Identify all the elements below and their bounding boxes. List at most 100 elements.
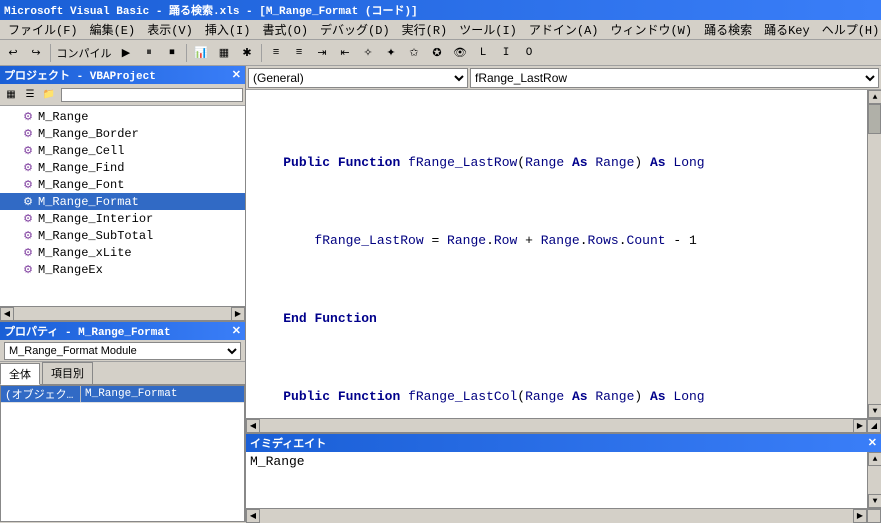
toolbar-btn3[interactable]: ⏹ bbox=[161, 42, 183, 64]
menu-addins[interactable]: アドイン(A) bbox=[523, 19, 605, 40]
toolbar-form[interactable]: ▦ bbox=[213, 42, 235, 64]
tree-item-M_Range_Format[interactable]: ⚙ M_Range_Format bbox=[0, 193, 245, 210]
imm-hscroll-right[interactable]: ▶ bbox=[853, 509, 867, 523]
hscroll-track2[interactable] bbox=[260, 421, 853, 431]
toolbar-watch[interactable]: 👁 bbox=[449, 42, 471, 64]
tab-items[interactable]: 項目別 bbox=[42, 362, 93, 384]
immediate-content[interactable]: M_Range bbox=[246, 452, 867, 508]
toolbar-locals[interactable]: L bbox=[472, 42, 494, 64]
tree-item-M_Range[interactable]: ⚙ M_Range bbox=[0, 108, 245, 125]
menu-format[interactable]: 書式(O) bbox=[256, 19, 314, 40]
tree-item-M_RangeEx[interactable]: ⚙ M_RangeEx bbox=[0, 261, 245, 278]
toolbar-bp1[interactable]: ✧ bbox=[357, 42, 379, 64]
module-icon: ⚙ bbox=[20, 109, 36, 125]
tree-label-selected: M_Range_Format bbox=[38, 195, 139, 209]
tree-item-M_Range_Font[interactable]: ⚙ M_Range_Font bbox=[0, 176, 245, 193]
code-select-left[interactable]: (General) bbox=[248, 68, 468, 88]
code-line bbox=[252, 114, 861, 134]
proj-btn-view[interactable]: ▦ bbox=[2, 86, 20, 104]
toolbar-align1[interactable]: ≡ bbox=[265, 42, 287, 64]
toolbar-undo[interactable]: ↩ bbox=[2, 42, 24, 64]
menu-view[interactable]: 表示(V) bbox=[141, 19, 199, 40]
immediate-panel: イミディエイト ✕ M_Range ▲ ▼ ◀ ▶ bbox=[246, 432, 881, 522]
toolbar-align2[interactable]: ≡ bbox=[288, 42, 310, 64]
props-row-name[interactable]: (オブジェクト名) M_Range_Format bbox=[1, 386, 244, 403]
code-line bbox=[252, 192, 861, 212]
toolbar-btn2[interactable]: ⏸ bbox=[138, 42, 160, 64]
toolbar-align4[interactable]: ⇤ bbox=[334, 42, 356, 64]
code-content[interactable]: Public Function fRange_LastRow(Range As … bbox=[246, 90, 867, 418]
tree-label: M_Range_Find bbox=[38, 161, 124, 175]
props-select[interactable]: M_Range_Format Module bbox=[4, 342, 241, 360]
toolbar-chart[interactable]: 📊 bbox=[190, 42, 212, 64]
vscroll-thumb[interactable] bbox=[868, 104, 881, 134]
toolbar-cursor[interactable]: ✱ bbox=[236, 42, 258, 64]
toolbar-objbr[interactable]: O bbox=[518, 42, 540, 64]
toolbar-bp3[interactable]: ✩ bbox=[403, 42, 425, 64]
code-select-right[interactable]: fRange_LastRow bbox=[470, 68, 879, 88]
toolbar-bp4[interactable]: ✪ bbox=[426, 42, 448, 64]
proj-btn-folder[interactable]: 📁 bbox=[40, 86, 58, 104]
imm-vscroll-track[interactable] bbox=[868, 466, 881, 494]
menu-window[interactable]: ウィンドウ(W) bbox=[604, 19, 698, 40]
imm-vscroll-down[interactable]: ▼ bbox=[868, 494, 881, 508]
tab-all[interactable]: 全体 bbox=[0, 363, 40, 385]
hscroll-right[interactable]: ▶ bbox=[231, 307, 245, 321]
vscroll-track[interactable] bbox=[868, 104, 881, 404]
code-vscroll: ▲ ▼ bbox=[867, 90, 881, 418]
toolbar-sep1 bbox=[50, 44, 51, 62]
hscroll-left[interactable]: ◀ bbox=[0, 307, 14, 321]
imm-hscroll-track[interactable] bbox=[260, 511, 853, 521]
properties-title: プロパティ - M_Range_Format bbox=[4, 323, 171, 339]
toolbar-btn1[interactable]: ▶ bbox=[115, 42, 137, 64]
tree-item-M_Range_xLite[interactable]: ⚙ M_Range_xLite bbox=[0, 244, 245, 261]
toolbar: ↩ ↪ コンパイル ▶ ⏸ ⏹ 📊 ▦ ✱ ≡ ≡ ⇥ ⇤ ✧ ✦ ✩ ✪ 👁 … bbox=[0, 40, 881, 66]
properties-close[interactable]: ✕ bbox=[232, 324, 241, 338]
menu-run[interactable]: 実行(R) bbox=[396, 19, 454, 40]
code-hscroll: ◀ ▶ ◢ bbox=[246, 418, 881, 432]
tree-item-M_Range_SubTotal[interactable]: ⚙ M_Range_SubTotal bbox=[0, 227, 245, 244]
proj-btn-list[interactable]: ☰ bbox=[21, 86, 39, 104]
toolbar-bp2[interactable]: ✦ bbox=[380, 42, 402, 64]
toolbar-sep2 bbox=[186, 44, 187, 62]
module-icon-selected: ⚙ bbox=[20, 194, 36, 210]
toolbar-imm[interactable]: I bbox=[495, 42, 517, 64]
props-val: M_Range_Format bbox=[81, 388, 244, 400]
imm-vscroll-up[interactable]: ▲ bbox=[868, 452, 881, 466]
toolbar-sep3 bbox=[261, 44, 262, 62]
project-close[interactable]: ✕ bbox=[232, 68, 241, 82]
vscroll-up[interactable]: ▲ bbox=[868, 90, 881, 104]
tree-item-M_Range_Interior[interactable]: ⚙ M_Range_Interior bbox=[0, 210, 245, 227]
code-line: Public Function fRange_LastCol(Range As … bbox=[252, 387, 861, 407]
toolbar-redo[interactable]: ↪ bbox=[25, 42, 47, 64]
menu-edit[interactable]: 編集(E) bbox=[84, 19, 142, 40]
toolbar-align3[interactable]: ⇥ bbox=[311, 42, 333, 64]
module-icon: ⚙ bbox=[20, 211, 36, 227]
hscroll-right2[interactable]: ▶ bbox=[853, 419, 867, 433]
tree-label: M_Range_Border bbox=[38, 127, 139, 141]
menu-search2[interactable]: 踊るKey bbox=[758, 19, 816, 40]
imm-hscroll-container: ◀ ▶ bbox=[246, 509, 881, 523]
immediate-wrapper: M_Range ▲ ▼ bbox=[246, 452, 881, 508]
menu-tools[interactable]: ツール(I) bbox=[453, 19, 523, 40]
tree-item-M_Range_Cell[interactable]: ⚙ M_Range_Cell bbox=[0, 142, 245, 159]
imm-corner bbox=[867, 509, 881, 523]
imm-hscroll-left[interactable]: ◀ bbox=[246, 509, 260, 523]
hscroll-left2[interactable]: ◀ bbox=[246, 419, 260, 433]
menu-file[interactable]: ファイル(F) bbox=[2, 19, 84, 40]
proj-search[interactable] bbox=[61, 88, 243, 102]
menu-debug[interactable]: デバッグ(D) bbox=[314, 19, 396, 40]
tree-item-M_Range_Border[interactable]: ⚙ M_Range_Border bbox=[0, 125, 245, 142]
menu-insert[interactable]: 挿入(I) bbox=[199, 19, 257, 40]
tree-item-M_Range_Find[interactable]: ⚙ M_Range_Find bbox=[0, 159, 245, 176]
toolbar-insert[interactable]: コンパイル bbox=[54, 42, 114, 64]
vscroll-down[interactable]: ▼ bbox=[868, 404, 881, 418]
tree-label: M_RangeEx bbox=[38, 263, 103, 277]
menu-search1[interactable]: 踊る検索 bbox=[698, 19, 758, 40]
immediate-header: イミディエイト ✕ bbox=[246, 434, 881, 452]
code-editor: Public Function fRange_LastRow(Range As … bbox=[246, 90, 881, 432]
menu-help[interactable]: ヘルプ(H) bbox=[816, 19, 881, 40]
immediate-close[interactable]: ✕ bbox=[868, 436, 877, 450]
tree-label: M_Range bbox=[38, 110, 88, 124]
immediate-title: イミディエイト bbox=[250, 435, 326, 451]
